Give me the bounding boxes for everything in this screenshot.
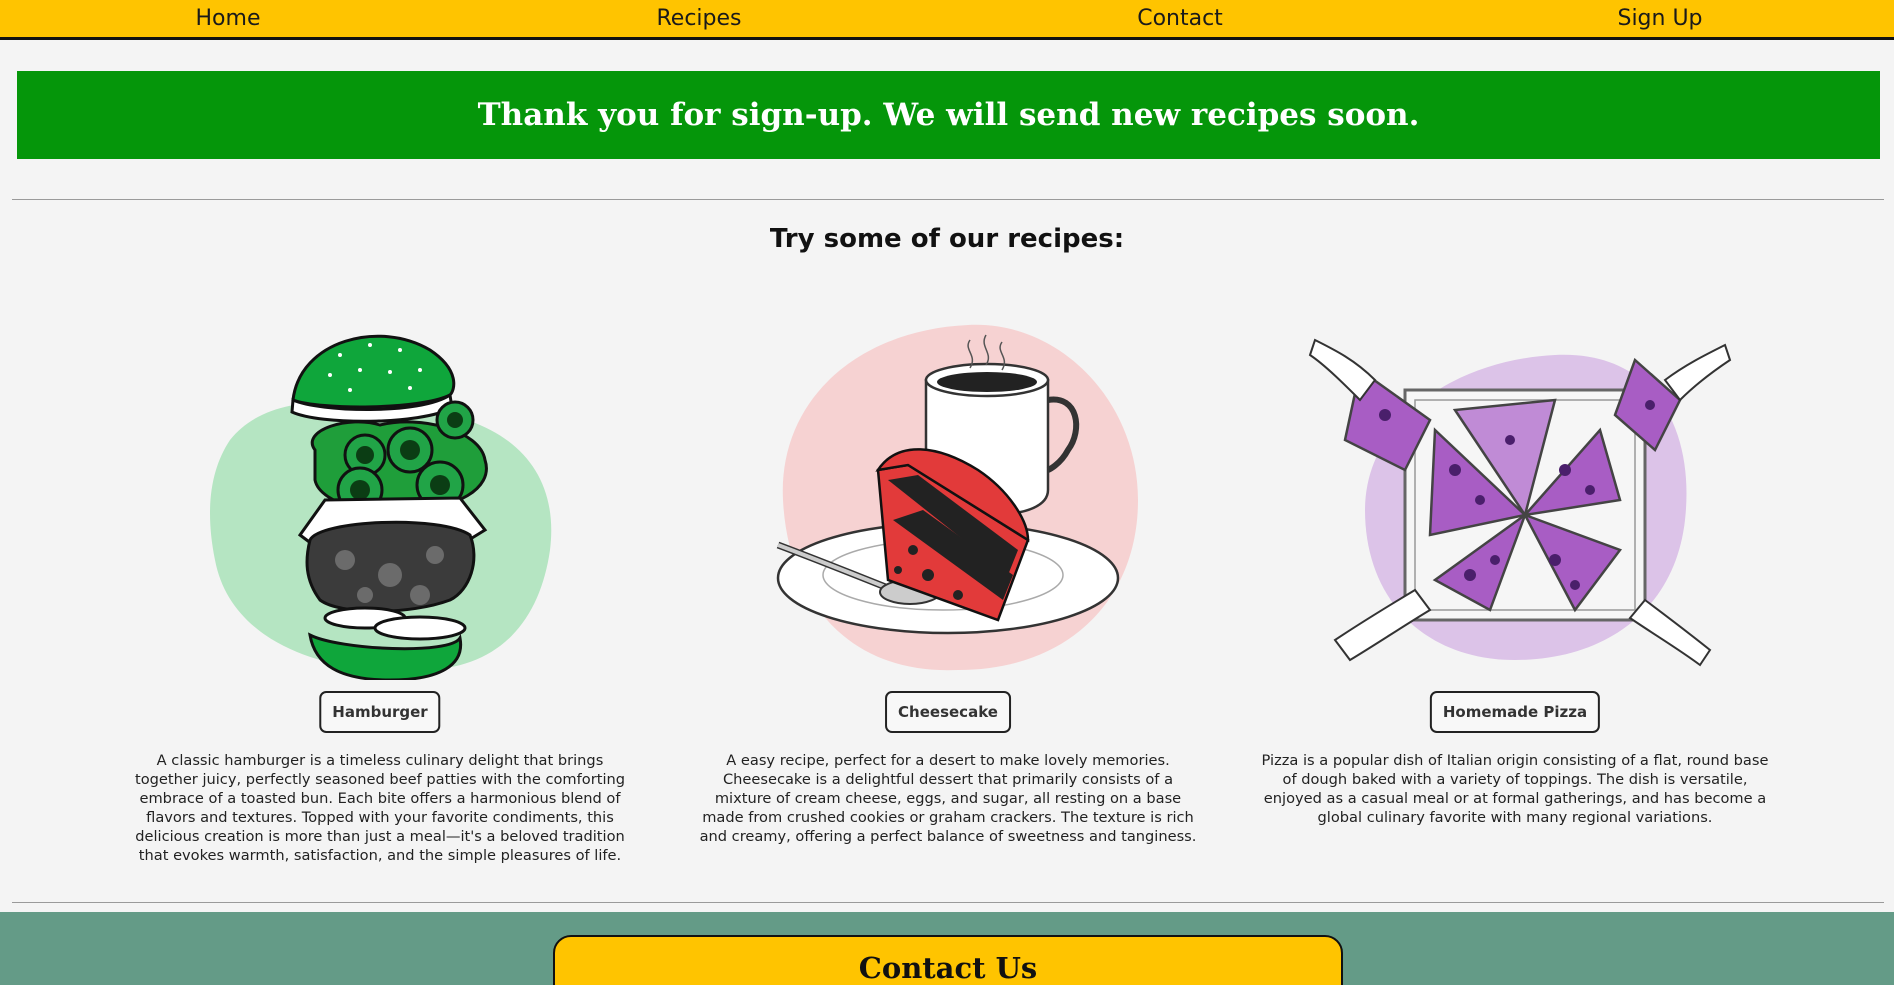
recipe-description-hamburger: A classic hamburger is a timeless culina…: [134, 752, 626, 864]
recipe-button-cheesecake[interactable]: Cheesecake: [885, 691, 1011, 733]
recipe-description-cheesecake: A easy recipe, perfect for a desert to m…: [699, 752, 1197, 845]
recipe-description-pizza: Pizza is a popular dish of Italian origi…: [1261, 752, 1769, 826]
recipe-card-hamburger: Hamburger A classic hamburger is a timel…: [120, 320, 640, 880]
recipes-section-title: Try some of our recipes:: [769, 224, 1125, 254]
recipe-card-cheesecake: Cheesecake A easy recipe, perfect for a …: [688, 320, 1208, 880]
hamburger-illustration: [210, 334, 552, 680]
nav-signup-link[interactable]: Sign Up: [1617, 6, 1702, 31]
banner-message: Thank you for sign-up. We will send new …: [477, 97, 1420, 133]
divider: [12, 902, 1884, 903]
contact-us-title: Contact Us: [858, 951, 1038, 985]
nav-home-link[interactable]: Home: [196, 6, 261, 31]
recipe-button-pizza[interactable]: Homemade Pizza: [1429, 691, 1601, 733]
divider: [12, 199, 1884, 200]
signup-confirmation-banner: Thank you for sign-up. We will send new …: [17, 71, 1880, 159]
pizza-illustration: [1308, 338, 1732, 667]
contact-us-box: Contact Us: [553, 935, 1343, 985]
top-nav: Home Recipes Contact Sign Up: [0, 0, 1894, 40]
recipe-card-pizza: Homemade Pizza Pizza is a popular dish o…: [1255, 320, 1775, 880]
recipe-button-hamburger[interactable]: Hamburger: [319, 691, 441, 733]
nav-recipes-link[interactable]: Recipes: [656, 6, 741, 31]
cheesecake-illustration: [776, 324, 1138, 671]
nav-contact-link[interactable]: Contact: [1137, 6, 1223, 31]
